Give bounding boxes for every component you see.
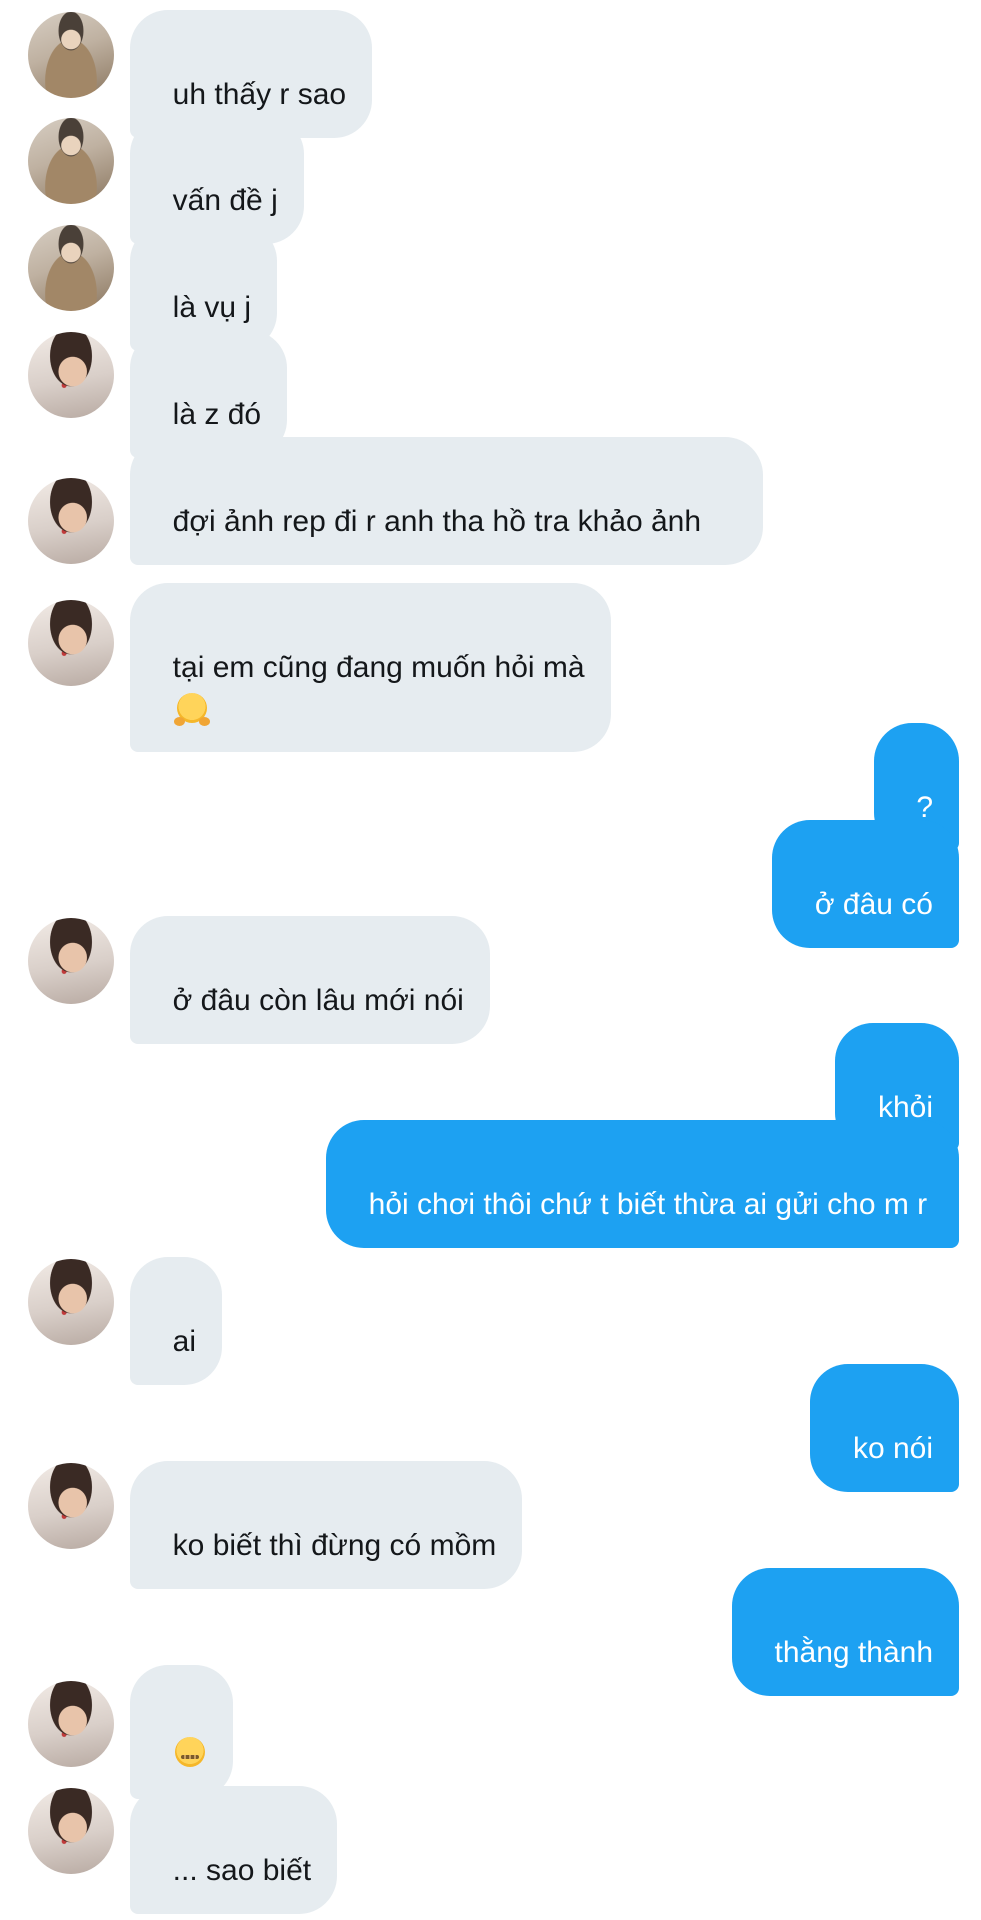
avatar[interactable] xyxy=(28,600,114,686)
avatar[interactable] xyxy=(28,918,114,1004)
avatar[interactable] xyxy=(28,1681,114,1767)
avatar[interactable] xyxy=(28,1463,114,1549)
message-text: ko nói xyxy=(852,1432,933,1465)
avatar[interactable] xyxy=(28,118,114,204)
avatar[interactable] xyxy=(28,1259,114,1345)
message-text: là z đó xyxy=(172,398,262,431)
message-text: vấn đề j xyxy=(172,184,278,217)
avatar[interactable] xyxy=(28,1788,114,1874)
message-text: là vụ j xyxy=(172,291,252,324)
message-bubble-incoming[interactable]: đợi ảnh rep đi r anh tha hồ tra khảo ảnh xyxy=(130,437,763,565)
message-bubble-outgoing[interactable]: hỏi chơi thôi chứ t biết thừa ai gửi cho… xyxy=(326,1120,959,1248)
message-bubble-incoming[interactable]: ko biết thì đừng có mồm xyxy=(130,1461,523,1589)
message-text: ... sao biết xyxy=(172,1854,312,1887)
message-bubble-outgoing[interactable]: thằng thành xyxy=(731,1568,959,1696)
avatar[interactable] xyxy=(28,225,114,311)
avatar[interactable] xyxy=(28,12,114,98)
message-bubble-incoming[interactable]: tại em cũng đang muốn hỏi mà xyxy=(130,583,611,752)
message-text: đợi ảnh rep đi r anh tha hồ tra khảo ảnh xyxy=(172,505,702,538)
message-bubble-incoming[interactable] xyxy=(130,1665,233,1799)
message-text: tại em cũng đang muốn hỏi mà xyxy=(172,651,585,684)
avatar[interactable] xyxy=(28,478,114,564)
message-bubble-outgoing[interactable]: ko nói xyxy=(810,1364,959,1492)
message-bubble-outgoing[interactable]: ở đâu có xyxy=(772,820,959,948)
message-text: uh thấy r sao xyxy=(172,78,347,111)
message-text: hỏi chơi thôi chứ t biết thừa ai gửi cho… xyxy=(368,1188,928,1221)
message-text: ở đâu còn lâu mới nói xyxy=(172,984,464,1017)
message-bubble-incoming[interactable]: ... sao biết xyxy=(130,1786,338,1914)
message-bubble-incoming[interactable]: ai xyxy=(130,1257,223,1385)
message-text: ko biết thì đừng có mồm xyxy=(172,1529,497,1562)
message-bubble-incoming[interactable]: ở đâu còn lâu mới nói xyxy=(130,916,490,1044)
message-text: ở đâu có xyxy=(814,888,933,921)
message-text: ai xyxy=(172,1325,197,1358)
zipper-mouth-face-emoji-icon xyxy=(174,1737,205,1767)
avatar[interactable] xyxy=(28,332,114,418)
smiling-face-with-open-hands-emoji-icon xyxy=(173,693,210,726)
message-text: thằng thành xyxy=(774,1636,933,1669)
